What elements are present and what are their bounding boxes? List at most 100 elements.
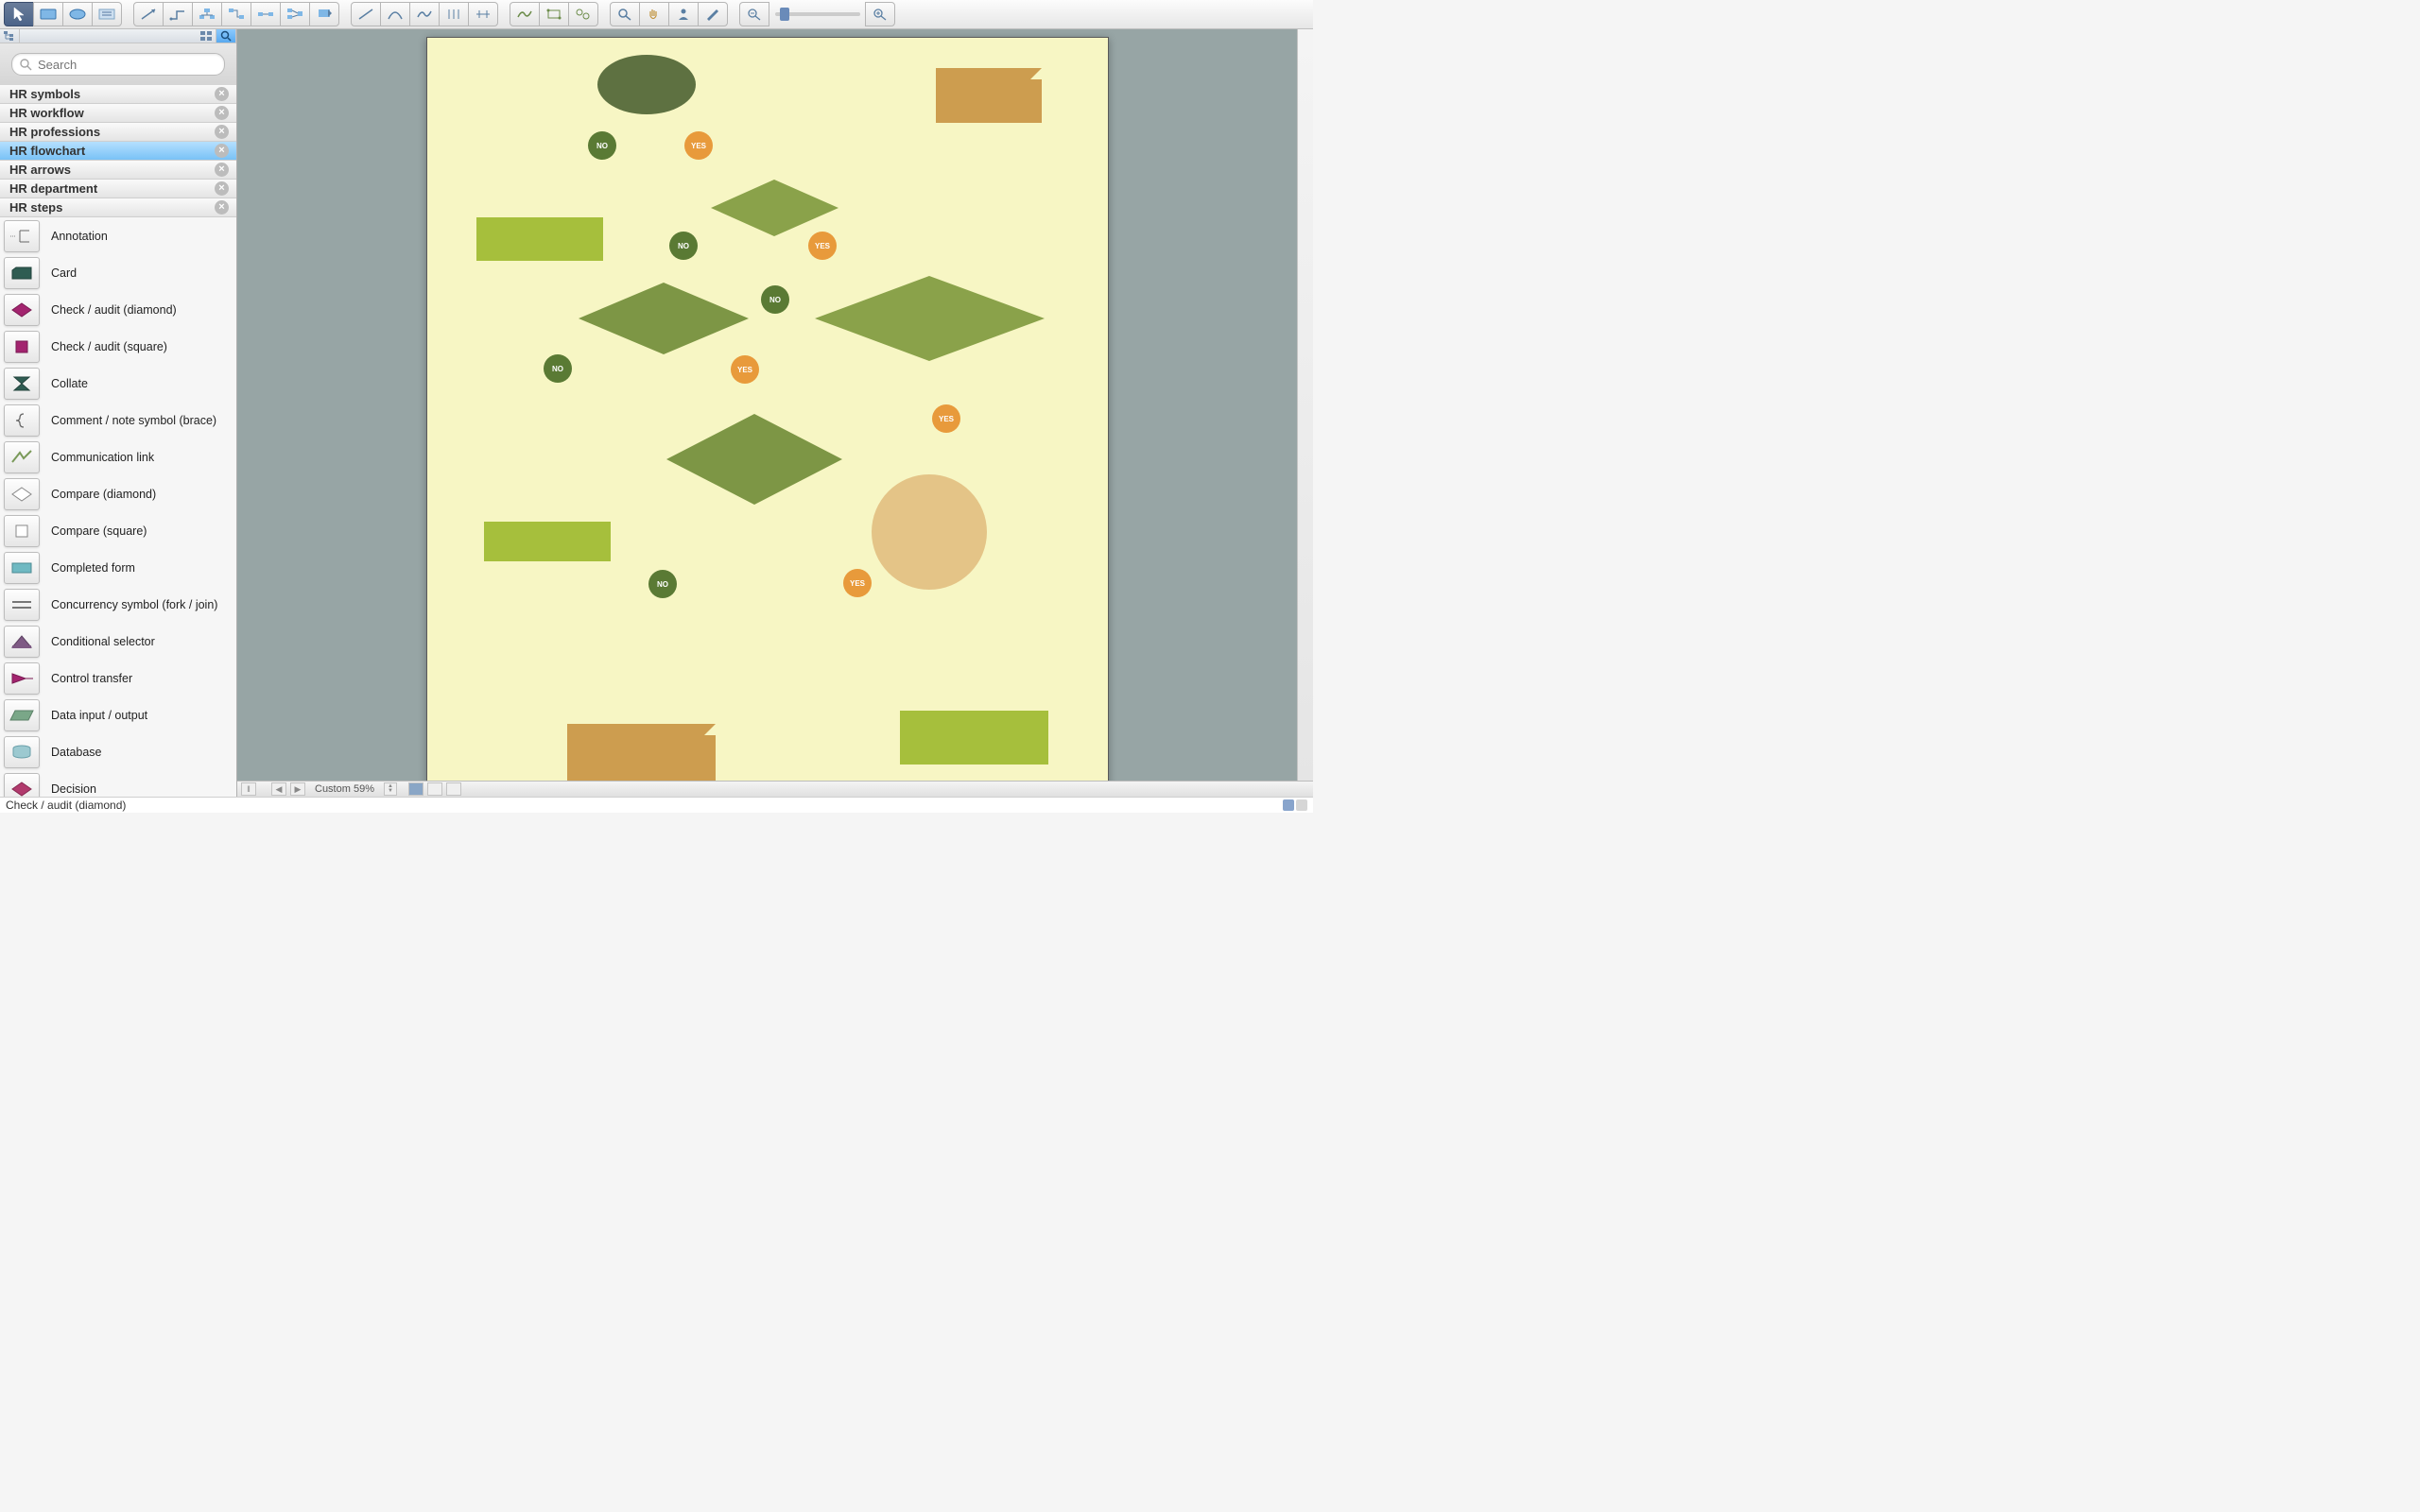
close-icon[interactable]: × — [215, 163, 229, 177]
no-badge[interactable]: NO — [648, 570, 677, 598]
shape-check-diamond[interactable]: Check / audit (diamond) — [0, 291, 236, 328]
terminator-shape[interactable] — [597, 55, 696, 114]
yes-badge[interactable]: YES — [731, 355, 759, 384]
tree1-tool[interactable] — [192, 2, 222, 26]
lib-item-hr-steps[interactable]: HR steps× — [0, 198, 236, 217]
yes-badge[interactable]: YES — [808, 232, 837, 260]
connector-shape[interactable] — [872, 474, 987, 590]
shape-completed-form[interactable]: Completed form — [0, 549, 236, 586]
shape-concurrency[interactable]: Concurrency symbol (fork / join) — [0, 586, 236, 623]
close-icon[interactable]: × — [215, 125, 229, 139]
page[interactable]: NO YES NO YES NO NO YES — [426, 37, 1109, 793]
edit2-icon — [545, 8, 562, 21]
close-icon[interactable]: × — [215, 144, 229, 158]
pages-pause[interactable]: ‖ — [241, 782, 256, 796]
ellipse-tool[interactable] — [62, 2, 93, 26]
tree-tab[interactable] — [0, 29, 20, 43]
grid-tab[interactable] — [197, 29, 216, 43]
shape-collate[interactable]: Collate — [0, 365, 236, 402]
zoom-out-icon — [746, 8, 763, 21]
shape-commlink[interactable]: Communication link — [0, 438, 236, 475]
canvas-area[interactable]: NO YES NO YES NO NO YES — [237, 29, 1313, 797]
no-badge[interactable]: NO — [669, 232, 698, 260]
close-icon[interactable]: × — [215, 106, 229, 120]
lib-item-hr-professions[interactable]: HR professions× — [0, 123, 236, 142]
shape-database[interactable]: Database — [0, 733, 236, 770]
zoom-in-button[interactable] — [865, 2, 895, 26]
zoom-out-button[interactable] — [739, 2, 769, 26]
shape-card[interactable]: Card — [0, 254, 236, 291]
shape-annotation[interactable]: Annotation — [0, 217, 236, 254]
edit3-tool[interactable] — [568, 2, 598, 26]
zoom-slider[interactable] — [775, 12, 860, 16]
decision-shape[interactable] — [815, 276, 1045, 361]
lib-item-label: HR workflow — [9, 106, 84, 120]
yes-badge[interactable]: YES — [684, 131, 713, 160]
process-shape[interactable] — [476, 217, 603, 261]
status-icon-2[interactable] — [1296, 799, 1307, 811]
decision-shape[interactable] — [666, 414, 842, 505]
search-input-wrap[interactable] — [11, 53, 225, 76]
search-input[interactable] — [36, 57, 216, 73]
hand-tool[interactable] — [639, 2, 669, 26]
spline-tool[interactable] — [409, 2, 440, 26]
line-tool[interactable] — [351, 2, 381, 26]
close-icon[interactable]: × — [215, 200, 229, 215]
page-next[interactable]: ▶ — [290, 782, 305, 796]
shape-compare-square[interactable]: Compare (square) — [0, 512, 236, 549]
shape-data-io[interactable]: Data input / output — [0, 696, 236, 733]
shape-conditional-selector[interactable]: Conditional selector — [0, 623, 236, 660]
lib-item-hr-flowchart[interactable]: HR flowchart× — [0, 142, 236, 161]
smart-connector-tool[interactable] — [163, 2, 193, 26]
page-prev[interactable]: ◀ — [271, 782, 286, 796]
yes-badge[interactable]: YES — [843, 569, 872, 597]
shape-check-square[interactable]: Check / audit (square) — [0, 328, 236, 365]
no-badge[interactable]: NO — [761, 285, 789, 314]
search-tab[interactable] — [216, 29, 236, 43]
yes-badge[interactable]: YES — [932, 404, 960, 433]
arc-tool[interactable] — [380, 2, 410, 26]
person-tool[interactable] — [668, 2, 699, 26]
tree2-tool[interactable] — [221, 2, 251, 26]
vertical-scrollbar[interactable] — [1297, 29, 1313, 782]
edit2-tool[interactable] — [539, 2, 569, 26]
lib-item-hr-workflow[interactable]: HR workflow × — [0, 104, 236, 123]
lib-item-hr-department[interactable]: HR department× — [0, 180, 236, 198]
decision-shape[interactable] — [711, 180, 838, 236]
chain-tool[interactable] — [251, 2, 281, 26]
zoom-tool[interactable] — [610, 2, 640, 26]
direct-connector-tool[interactable] — [133, 2, 164, 26]
process-shape[interactable] — [484, 522, 611, 561]
view-mode-3[interactable] — [446, 782, 461, 796]
note-shape[interactable] — [567, 724, 716, 781]
edit1-tool[interactable] — [510, 2, 540, 26]
double-tool[interactable] — [439, 2, 469, 26]
status-icon-1[interactable] — [1283, 799, 1294, 811]
tree3-tool[interactable] — [280, 2, 310, 26]
no-badge[interactable]: NO — [588, 131, 616, 160]
shape-control-transfer[interactable]: Control transfer — [0, 660, 236, 696]
no-badge[interactable]: NO — [544, 354, 572, 383]
decision-shape[interactable] — [579, 283, 749, 354]
shape-compare-diamond[interactable]: Compare (diamond) — [0, 475, 236, 512]
shape-thumb — [4, 699, 40, 731]
ladder-tool[interactable] — [468, 2, 498, 26]
view-mode-1[interactable] — [408, 782, 424, 796]
horizontal-scrollbar[interactable] — [465, 782, 1313, 797]
process-shape[interactable] — [900, 711, 1048, 765]
text-tool[interactable] — [92, 2, 122, 26]
view-mode-2[interactable] — [427, 782, 442, 796]
pointer-tool[interactable] — [4, 2, 34, 26]
pen-tool[interactable] — [698, 2, 728, 26]
zoom-stepper[interactable]: ▲▼ — [384, 782, 397, 796]
stamp-tool[interactable] — [309, 2, 339, 26]
close-icon[interactable]: × — [215, 87, 229, 101]
zoom-slider-thumb[interactable] — [780, 8, 789, 21]
lib-item-hr-symbols[interactable]: HR symbols× — [0, 85, 236, 104]
close-icon[interactable]: × — [215, 181, 229, 196]
note-shape[interactable] — [936, 68, 1042, 123]
rectangle-tool[interactable] — [33, 2, 63, 26]
shape-comment[interactable]: Comment / note symbol (brace) — [0, 402, 236, 438]
shape-decision[interactable]: Decision — [0, 770, 236, 797]
lib-item-hr-arrows[interactable]: HR arrows× — [0, 161, 236, 180]
